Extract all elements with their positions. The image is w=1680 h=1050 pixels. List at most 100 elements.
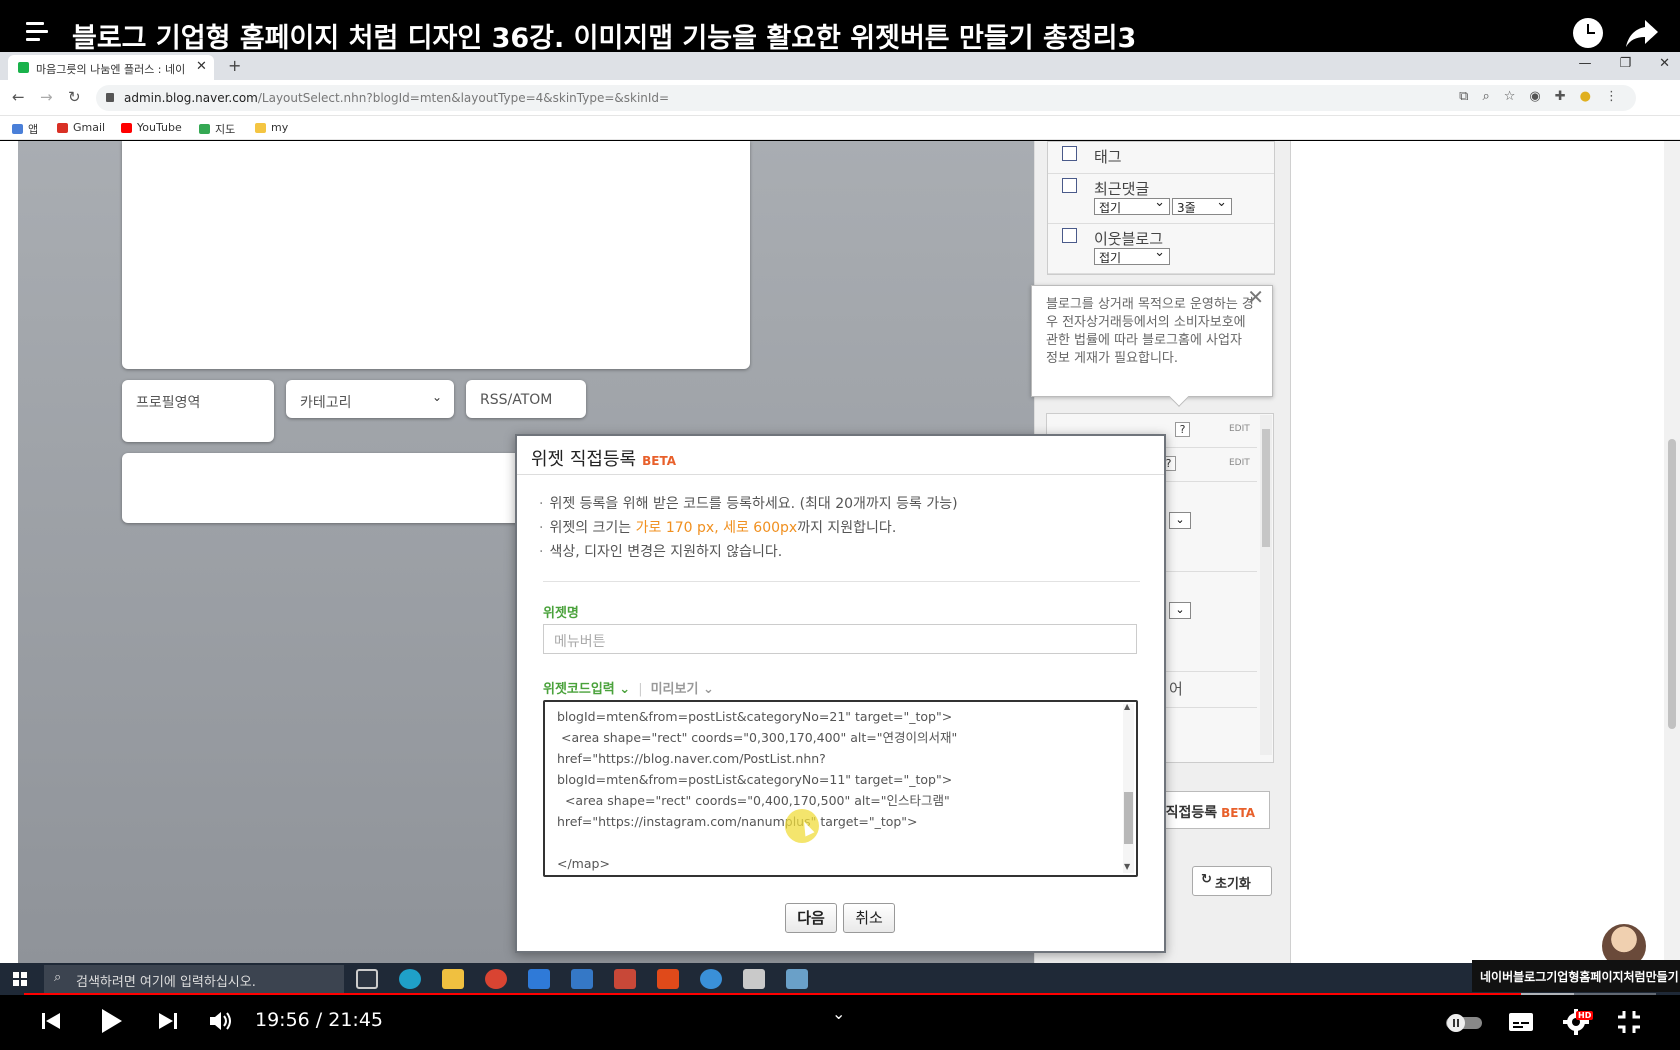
cancel-button[interactable]: 취소 xyxy=(843,903,895,933)
edit-link[interactable]: EDIT xyxy=(1229,424,1250,434)
back-icon[interactable]: ← xyxy=(12,88,25,106)
hd-badge: HD xyxy=(1576,1011,1594,1020)
bookmark-apps[interactable]: 앱 xyxy=(12,121,38,137)
reset-button[interactable]: ↻ 초기화 xyxy=(1192,866,1272,896)
apps-grid-icon xyxy=(12,124,23,134)
tab-close-icon[interactable]: ✕ xyxy=(196,59,207,74)
search-icon: ⌕ xyxy=(54,970,62,985)
translate-icon[interactable]: ⧉ xyxy=(1459,89,1468,104)
screen: 블로그 기업형 홈페이지 처럼 디자인 36강. 이미지맵 기능을 활요한 위젯… xyxy=(0,0,1680,1050)
page-scrollbar[interactable] xyxy=(1664,141,1680,963)
widget-name-label: 위젯명 xyxy=(543,606,579,621)
tab-title: 마음그릇의 나눔엔 플러스 : 네이 xyxy=(36,63,186,76)
tab-code-input[interactable]: 위젯코드입력 ⌄ xyxy=(543,682,630,697)
minimize-icon[interactable]: — xyxy=(1578,56,1591,71)
more-menu-icon[interactable]: ⋮ xyxy=(1605,89,1618,104)
url-text: admin.blog.naver.com/LayoutSelect.nhn?bl… xyxy=(124,91,670,105)
puzzle-icon[interactable]: ✚ xyxy=(1555,89,1566,104)
app-icon[interactable] xyxy=(571,969,593,989)
app-icon[interactable] xyxy=(614,969,636,989)
extension-icon[interactable]: ◉ xyxy=(1529,89,1540,104)
browser-toolbar: ← → ↻ admin.blog.naver.com/LayoutSelect.… xyxy=(0,80,1680,116)
task-view-icon[interactable] xyxy=(356,969,378,989)
bookmarks-bar: 앱 Gmail YouTube 지도 my xyxy=(0,116,1680,140)
widget-item-tag: 태그 xyxy=(1048,142,1274,174)
office-icon[interactable] xyxy=(657,969,679,989)
close-icon[interactable]: ✕ xyxy=(1247,287,1264,307)
profile-avatar-icon[interactable]: ● xyxy=(1580,89,1591,104)
bookmark-folder-my[interactable]: my xyxy=(255,121,288,134)
video-title-bar: 블로그 기업형 홈페이지 처럼 디자인 36강. 이미지맵 기능을 활요한 위젯… xyxy=(0,0,1680,54)
neighbor-blogs-fold-select[interactable]: 접기 xyxy=(1094,245,1170,265)
recent-comments-fold-select[interactable]: 접기 xyxy=(1094,195,1170,215)
new-tab-icon[interactable]: + xyxy=(228,56,241,75)
previous-icon[interactable] xyxy=(40,1010,62,1032)
code-tabs: 위젯코드입력 ⌄ | 미리보기 ⌄ xyxy=(543,682,714,697)
tab-preview[interactable]: 미리보기 ⌄ xyxy=(651,682,714,697)
zoom-icon[interactable]: ⌕ xyxy=(1482,89,1489,104)
folder-icon xyxy=(255,122,266,133)
business-info-tooltip: 블로그를 상거래 목적으로 운영하는 경우 전자상거래등에서의 소비자보호에 관… xyxy=(1031,285,1273,407)
playlist-menu-icon[interactable] xyxy=(26,22,52,44)
chevron-down-icon[interactable]: ⌄ xyxy=(832,1004,845,1023)
refresh-icon: ↻ xyxy=(1201,872,1212,887)
blog-favicon-icon xyxy=(18,62,29,73)
widget-register-dialog: 위젯 직접등록BETA 위젯 등록을 위해 받은 코드를 등록하세요. (최대 … xyxy=(515,434,1166,953)
autoplay-toggle-icon[interactable] xyxy=(1444,1013,1484,1033)
windows-taskbar: ⌕ 검색하려면 여기에 입력하십시오. xyxy=(0,963,1680,995)
edit-link[interactable]: EDIT xyxy=(1229,458,1250,468)
watch-later-icon[interactable] xyxy=(1573,18,1603,48)
channel-watermark: 네이버블로그기업형홈페이지처럼만들기 xyxy=(1472,960,1680,992)
preview-rss-block[interactable]: RSS/ATOM xyxy=(466,380,586,418)
windows-start-icon[interactable] xyxy=(13,972,27,986)
restore-icon[interactable]: ❐ xyxy=(1619,56,1631,71)
window-controls: — ❐ ✕ xyxy=(1578,56,1670,71)
mail-icon[interactable] xyxy=(528,969,550,989)
taskbar-search[interactable]: ⌕ 검색하려면 여기에 입력하십시오. xyxy=(44,965,344,993)
reload-icon[interactable]: ↻ xyxy=(68,88,81,106)
subtitles-icon[interactable] xyxy=(1508,1011,1534,1033)
code-scrollbar[interactable]: ▲ ▼ xyxy=(1123,702,1134,873)
chevron-down-icon[interactable]: ⌄ xyxy=(1169,602,1191,619)
help-icon[interactable]: ? xyxy=(1175,422,1190,437)
bookmark-youtube[interactable]: YouTube xyxy=(121,121,182,134)
close-window-icon[interactable]: ✕ xyxy=(1659,56,1670,71)
youtube-icon xyxy=(121,122,132,133)
neighbor-blogs-checkbox[interactable] xyxy=(1062,228,1077,243)
preview-profile-block[interactable]: 프로필영역 xyxy=(122,380,274,442)
time-display: 19:56 / 21:45 xyxy=(255,1009,383,1031)
file-explorer-icon[interactable] xyxy=(442,969,464,989)
bookmark-gmail[interactable]: Gmail xyxy=(57,121,105,134)
recent-comments-checkbox[interactable] xyxy=(1062,178,1077,193)
widget-list: 태그 최근댓글 접기 3줄 이웃블로그 접기 xyxy=(1047,141,1275,275)
play-icon[interactable] xyxy=(98,1007,124,1035)
bookmark-star-icon[interactable]: ☆ xyxy=(1504,89,1516,104)
video-title: 블로그 기업형 홈페이지 처럼 디자인 36강. 이미지맵 기능을 활요한 위젯… xyxy=(72,23,1137,54)
chrome-icon[interactable] xyxy=(485,969,507,989)
preview-category-block[interactable]: 카테고리 ⌄ xyxy=(286,380,454,418)
address-bar[interactable]: admin.blog.naver.com/LayoutSelect.nhn?bl… xyxy=(96,85,1636,111)
tag-checkbox[interactable] xyxy=(1062,146,1077,161)
page-content: 프로필영역 카테고리⌄ RSS/ATOM 태그 최근댓글 접기 3줄 xyxy=(0,141,1680,963)
gmail-icon xyxy=(57,122,68,133)
forward-icon[interactable]: → xyxy=(40,88,53,106)
recent-comments-lines-select[interactable]: 3줄 xyxy=(1172,195,1232,215)
widget-name-input[interactable]: 메뉴버튼 xyxy=(543,624,1137,654)
page-right-area xyxy=(1290,141,1680,963)
chevron-down-icon[interactable]: ⌄ xyxy=(1169,512,1191,529)
next-button[interactable]: 다음 xyxy=(785,903,837,933)
share-icon[interactable] xyxy=(1625,18,1659,48)
volume-icon[interactable] xyxy=(208,1009,234,1033)
internet-explorer-icon[interactable] xyxy=(700,969,722,989)
browser-tab[interactable]: 마음그릇의 나눔엔 플러스 : 네이 ✕ xyxy=(8,55,214,80)
exit-fullscreen-icon[interactable] xyxy=(1616,1009,1642,1035)
app-icon[interactable] xyxy=(743,969,765,989)
app-icon[interactable] xyxy=(786,969,808,989)
widget-item-recent-comments: 최근댓글 접기 3줄 xyxy=(1048,174,1274,224)
maps-icon xyxy=(199,124,210,134)
widget-code-textarea[interactable]: blogId=mten&from=postList&categoryNo=21"… xyxy=(543,700,1138,877)
bookmark-maps[interactable]: 지도 xyxy=(199,121,235,137)
next-icon[interactable] xyxy=(157,1010,179,1032)
widget-list-scrollbar[interactable] xyxy=(1260,415,1272,755)
edge-icon[interactable] xyxy=(399,969,421,989)
